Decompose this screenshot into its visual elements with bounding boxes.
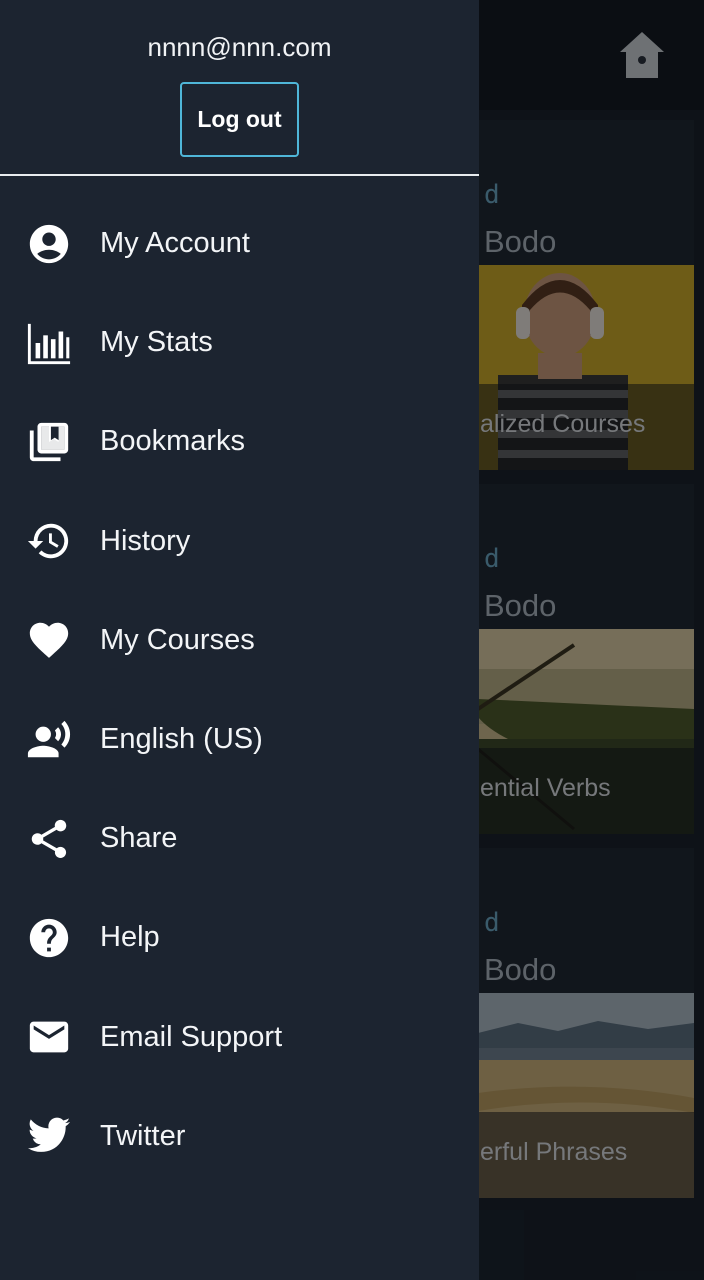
help-icon xyxy=(26,915,72,961)
menu-item-label: History xyxy=(100,524,191,557)
account-circle-icon xyxy=(26,221,72,267)
menu-item-history[interactable]: History xyxy=(0,492,479,591)
drawer-menu: My Account My Stats Bookmarks History My xyxy=(0,194,479,1186)
menu-item-label: Help xyxy=(100,921,160,954)
twitter-icon xyxy=(26,1113,72,1159)
menu-item-email-support[interactable]: Email Support xyxy=(0,988,479,1087)
user-email: nnnn@nnn.com xyxy=(147,32,332,62)
history-icon xyxy=(26,518,72,564)
navigation-drawer: nnnn@nnn.com Log out My Account My Stats… xyxy=(0,0,479,1280)
email-icon xyxy=(26,1014,72,1060)
menu-item-bookmarks[interactable]: Bookmarks xyxy=(0,392,479,491)
menu-item-label: My Stats xyxy=(100,326,213,359)
menu-item-label: Twitter xyxy=(100,1119,186,1152)
share-icon xyxy=(26,816,72,862)
menu-item-twitter[interactable]: Twitter xyxy=(0,1087,479,1186)
menu-item-share[interactable]: Share xyxy=(0,789,479,888)
menu-item-language[interactable]: English (US) xyxy=(0,690,479,789)
menu-item-my-stats[interactable]: My Stats xyxy=(0,293,479,392)
menu-item-label: My Courses xyxy=(100,623,255,656)
menu-item-label: My Account xyxy=(100,227,250,260)
menu-item-label: Email Support xyxy=(100,1020,283,1053)
menu-item-label: Bookmarks xyxy=(100,425,246,458)
heart-icon xyxy=(26,617,72,663)
voice-language-icon xyxy=(26,717,72,763)
menu-item-my-account[interactable]: My Account xyxy=(0,194,479,293)
menu-item-label: English (US) xyxy=(100,723,263,756)
drawer-header: nnnn@nnn.com Log out xyxy=(0,0,479,176)
bar-chart-icon xyxy=(26,320,72,366)
logout-button[interactable]: Log out xyxy=(180,82,299,157)
menu-item-help[interactable]: Help xyxy=(0,888,479,987)
menu-item-label: Share xyxy=(100,822,178,855)
bookmarks-icon xyxy=(26,419,72,465)
menu-item-my-courses[interactable]: My Courses xyxy=(0,591,479,690)
